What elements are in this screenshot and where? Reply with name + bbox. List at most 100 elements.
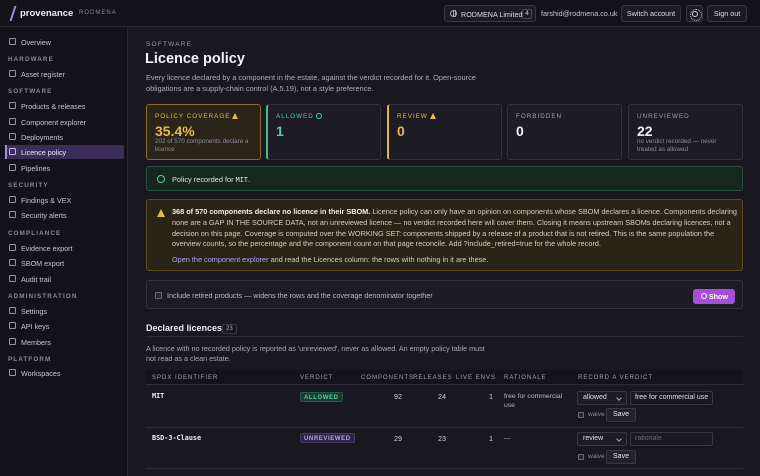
rationale-input[interactable]: free for commercial use <box>630 391 713 405</box>
sun-icon <box>690 9 702 21</box>
sign-out-button[interactable]: Sign out <box>707 5 747 22</box>
stat-desc: no verdict recorded — never treated as a… <box>637 138 717 153</box>
verdict-badge: UNREVIEWED <box>300 433 355 443</box>
stat-value: 0 <box>516 123 524 139</box>
stat-label-text: ALLOWED <box>276 113 314 120</box>
section-count-badge: 23 <box>222 324 237 334</box>
col-verdict[interactable]: VERDICT <box>300 375 333 381</box>
waive-label: waive <box>588 411 605 418</box>
rationale-text: — <box>504 435 511 442</box>
sidebar-item-overview[interactable]: Overview <box>5 35 124 49</box>
sidebar-item-api-keys[interactable]: API keys <box>5 319 124 333</box>
warning-body: 368 of 570 components declare no licence… <box>172 207 737 250</box>
col-live-envs[interactable]: LIVE ENVS <box>456 375 496 381</box>
sidebar-section-compliance: COMPLIANCE <box>8 230 62 237</box>
switch-account-button[interactable]: Switch account <box>621 5 681 22</box>
sidebar-item-label: SBOM export <box>21 259 65 268</box>
stat-forbidden[interactable]: FORBIDDEN 0 <box>507 104 622 160</box>
stat-review[interactable]: REVIEW 0 <box>387 104 502 160</box>
sidebar-item-label: Asset register <box>21 70 65 79</box>
sidebar-item-label: Licence policy <box>21 148 67 157</box>
save-button[interactable]: Save <box>606 408 636 422</box>
sidebar-item-label: Security alerts <box>21 211 67 220</box>
warning-footer: Open the component explorer and read the… <box>172 255 488 264</box>
user-email: farshid@rodmena.co.uk <box>541 9 618 18</box>
show-button[interactable]: Show <box>693 289 735 304</box>
component-explorer-link[interactable]: Open the component explorer <box>172 255 269 264</box>
success-text-prefix: Policy recorded for <box>172 175 236 184</box>
sidebar-item-label: Evidence export <box>21 244 73 253</box>
waive-label: waive <box>588 453 605 460</box>
warning-footer-text: and read the Licences column: the rows w… <box>268 255 489 264</box>
page-intro: Every licence declared by a component in… <box>146 73 476 93</box>
sidebar-section-platform: PLATFORM <box>8 356 52 363</box>
live-envs-count: 1 <box>489 434 493 443</box>
server-icon <box>9 133 16 140</box>
stat-value: 35.4% <box>155 123 195 139</box>
waive-checkbox[interactable] <box>578 454 584 460</box>
col-components[interactable]: COMPONENTS <box>361 375 414 381</box>
sidebar-item-label: Pipelines <box>21 164 51 173</box>
sidebar-item-sbom-export[interactable]: SBOM export <box>5 256 124 270</box>
sidebar-item-component-explorer[interactable]: Component explorer <box>5 115 124 129</box>
org-switcher[interactable]: RODMENA Limited 4 <box>444 5 536 22</box>
stat-unreviewed[interactable]: UNREVIEWED 22 no verdict recorded — neve… <box>628 104 743 160</box>
stat-allowed[interactable]: ALLOWED 1 <box>266 104 381 160</box>
gear-icon <box>9 307 16 314</box>
stat-value: 1 <box>276 123 284 139</box>
sidebar-item-workspaces[interactable]: Workspaces <box>5 366 124 380</box>
sidebar-item-settings[interactable]: Settings <box>5 304 124 318</box>
brand-name[interactable]: provenance <box>20 8 73 19</box>
col-spdx[interactable]: SPDX IDENTIFIER <box>152 375 218 381</box>
sidebar-item-security-alerts[interactable]: Security alerts <box>5 208 124 222</box>
sidebar-item-findings[interactable]: Findings & VEX <box>5 193 124 207</box>
monitor-icon <box>9 70 16 77</box>
warning-icon <box>157 209 165 217</box>
col-releases[interactable]: RELEASES <box>413 375 453 381</box>
verdict-select[interactable]: allowed <box>577 391 627 405</box>
sidebar-section-hardware: HARDWARE <box>8 56 54 63</box>
sidebar-item-deployments[interactable]: Deployments <box>5 130 124 144</box>
sidebar-item-evidence-export[interactable]: Evidence export <box>5 241 124 255</box>
spdx-id[interactable]: MIT <box>152 392 164 400</box>
sidebar-item-licence-policy[interactable]: Licence policy <box>5 145 124 159</box>
rationale-input[interactable]: rationale <box>630 432 713 446</box>
stat-label-text: REVIEW <box>397 113 428 120</box>
stat-label: ALLOWED <box>276 113 322 120</box>
spdx-id[interactable]: BSD-3-Clause <box>152 434 201 442</box>
sidebar-item-pipelines[interactable]: Pipelines <box>5 161 124 175</box>
success-code: MIT <box>235 176 248 184</box>
bell-icon <box>9 211 16 218</box>
top-bar: provenance RODMENA RODMENA Limited 4 far… <box>0 0 760 27</box>
page-eyebrow: SOFTWARE <box>146 41 193 48</box>
brand-org-tag: RODMENA <box>79 10 117 16</box>
sidebar-item-audit-trail[interactable]: Audit trail <box>5 272 124 286</box>
check-circle-icon <box>157 175 165 183</box>
sidebar-item-members[interactable]: Members <box>5 335 124 349</box>
save-button[interactable]: Save <box>606 450 636 464</box>
live-envs-count: 1 <box>489 392 493 401</box>
warning-icon <box>232 113 239 119</box>
waive-checkbox[interactable] <box>578 412 584 418</box>
sidebar-item-asset-register[interactable]: Asset register <box>5 67 124 81</box>
include-retired-label[interactable]: Include retired products — widens the ro… <box>167 291 433 300</box>
verdict-badge: ALLOWED <box>300 392 343 402</box>
verdict-select-value: allowed <box>583 394 607 401</box>
sidebar-item-label: Component explorer <box>21 118 87 127</box>
stat-label: POLICY COVERAGE <box>155 113 239 120</box>
box-icon <box>9 102 16 109</box>
verdict-select[interactable]: review <box>577 432 627 446</box>
releases-count: 24 <box>438 392 446 401</box>
sidebar-item-products[interactable]: Products & releases <box>5 99 124 113</box>
stat-policy-coverage: POLICY COVERAGE 35.4% 202 of 570 compone… <box>146 104 261 160</box>
include-retired-checkbox[interactable] <box>155 292 162 299</box>
components-count: 92 <box>394 392 402 401</box>
theme-toggle-button[interactable] <box>686 5 703 22</box>
tree-icon <box>9 118 16 125</box>
grid-icon <box>9 38 16 45</box>
sidebar-item-label: Audit trail <box>21 275 51 284</box>
grid-icon <box>9 369 16 376</box>
sidebar-item-label: Settings <box>21 307 47 316</box>
export-icon <box>9 244 16 251</box>
sidebar-section-security: SECURITY <box>8 182 49 189</box>
